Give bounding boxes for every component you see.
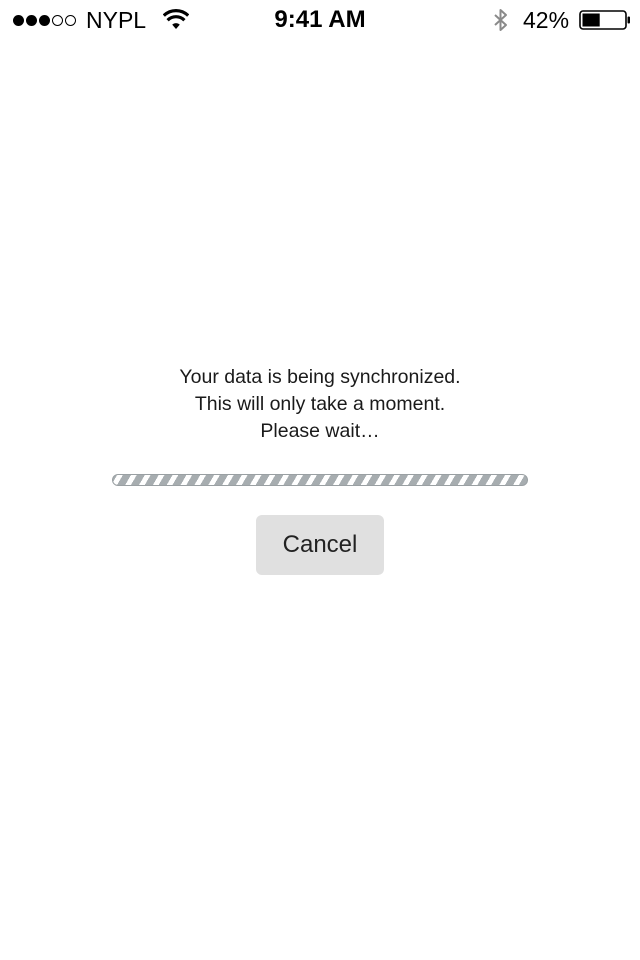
- sync-message-line: Your data is being synchronized.: [179, 366, 461, 388]
- cancel-button[interactable]: Cancel: [256, 515, 384, 575]
- battery-percentage: 42%: [523, 7, 570, 33]
- bluetooth-icon: [494, 9, 507, 31]
- sync-message: Your data is being synchronized. This wi…: [0, 364, 640, 445]
- sync-message-line: This will only take a moment.: [194, 393, 446, 415]
- sync-message-line: Please wait…: [260, 420, 380, 442]
- status-bar: NYPL 9:41 AM 42%: [0, 0, 640, 40]
- battery-icon: [579, 10, 630, 30]
- sync-progress-bar: [112, 474, 528, 486]
- battery-level-fill: [582, 13, 600, 27]
